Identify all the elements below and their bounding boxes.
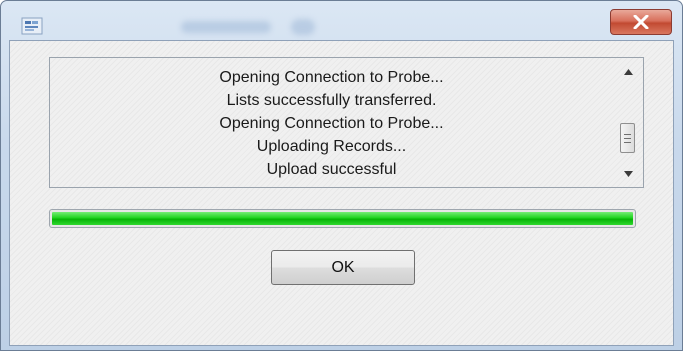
status-log-box[interactable]: Opening Connection to Probe... Lists suc… — [49, 57, 644, 188]
app-icon — [21, 17, 43, 35]
scroll-thumb[interactable] — [620, 123, 635, 153]
grip-line — [624, 142, 631, 143]
grip-line — [624, 138, 631, 139]
upload-progress-bar — [49, 209, 636, 228]
log-line: Opening Connection to Probe... — [219, 115, 444, 132]
title-text-obscured-2 — [291, 19, 315, 35]
arrow-down-icon[interactable] — [622, 168, 634, 180]
vertical-scrollbar[interactable] — [614, 59, 642, 186]
close-icon — [633, 15, 649, 29]
close-button[interactable] — [610, 9, 672, 35]
log-line: Opening Connection to Probe... — [219, 69, 444, 86]
status-log-text: Opening Connection to Probe... Lists suc… — [50, 66, 613, 181]
dialog-window: Opening Connection to Probe... Lists suc… — [0, 0, 683, 351]
title-bar[interactable] — [1, 1, 682, 41]
log-line: Lists successfully transferred. — [226, 92, 437, 109]
ok-button[interactable]: OK — [271, 250, 415, 285]
progress-fill — [52, 212, 633, 225]
log-line: Uploading Records... — [256, 138, 407, 155]
arrow-up-icon[interactable] — [622, 66, 634, 78]
log-line: Upload successful — [266, 161, 397, 178]
grip-line — [624, 134, 631, 135]
title-text-obscured — [181, 21, 271, 33]
